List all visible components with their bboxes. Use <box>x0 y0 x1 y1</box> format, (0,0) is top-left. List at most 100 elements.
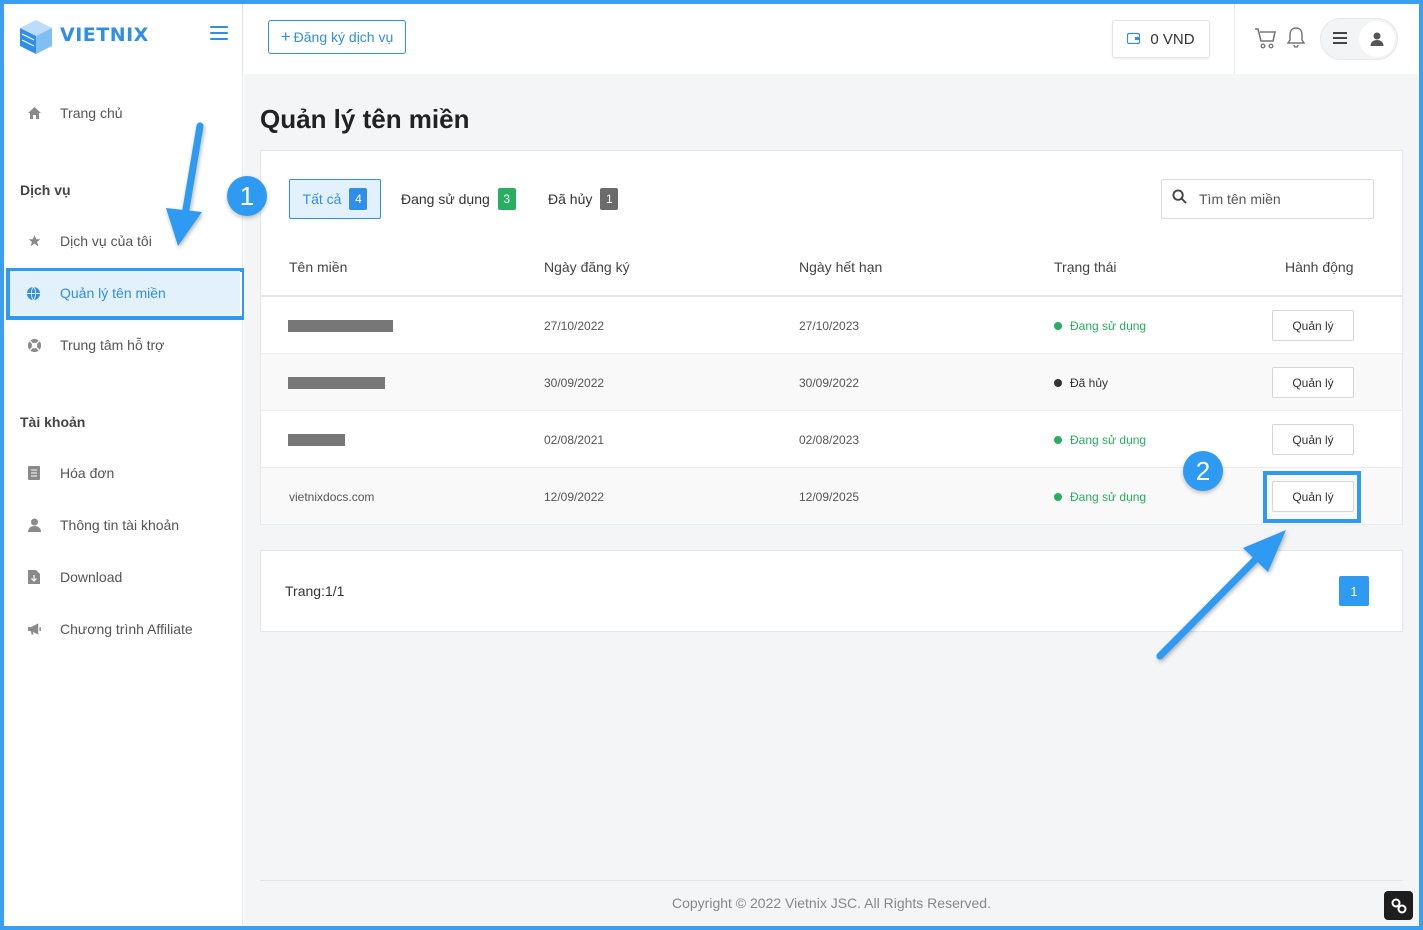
link-icon[interactable] <box>1384 891 1413 920</box>
menu-icon <box>1333 31 1347 47</box>
column-header-registered: Ngày đăng ký <box>544 259 630 275</box>
wallet-amount: 0 VND <box>1150 30 1195 48</box>
search-icon <box>1172 189 1187 209</box>
sidebar: VIETNIX Trang chủ Dịch vụ Dịch vụ của tô… <box>4 4 246 926</box>
sidebar-item-my-services[interactable]: Dịch vụ của tôi <box>4 217 243 265</box>
manage-button[interactable]: Quản lý <box>1272 481 1354 512</box>
section-title-services: Dịch vụ <box>20 182 71 198</box>
tab-label: Đang sử dụng <box>401 191 490 207</box>
sidebar-item-label: Quản lý tên miền <box>60 285 166 301</box>
search-input[interactable] <box>1199 191 1359 207</box>
expiry-date: 30/09/2022 <box>799 375 860 390</box>
sidebar-item-label: Hóa đơn <box>60 465 115 481</box>
step-1-callout: 1 <box>227 176 267 216</box>
footer-divider <box>260 880 1403 881</box>
user-icon <box>26 517 42 533</box>
globe-icon <box>26 286 42 301</box>
manage-button[interactable]: Quản lý <box>1272 310 1354 341</box>
status-cell: Đang sử dụng <box>1054 297 1146 354</box>
status-text: Đang sử dụng <box>1070 489 1147 504</box>
avatar <box>1359 21 1395 57</box>
sidebar-item-download[interactable]: Download <box>4 553 243 601</box>
status-dot-icon <box>1054 492 1062 501</box>
count-badge: 1 <box>600 188 619 210</box>
main-content: Quản lý tên miền Tất cả 4 Đang sử dụng 3… <box>244 74 1419 926</box>
pagination-text: Trang:1/1 <box>285 583 345 599</box>
status-dot-icon <box>1054 321 1062 330</box>
domain-cell <box>288 354 385 411</box>
column-header-status: Trạng thái <box>1054 259 1117 275</box>
sidebar-item-label: Chương trình Affiliate <box>60 621 193 637</box>
home-icon <box>26 105 42 121</box>
status-cell: Đang sử dụng <box>1054 411 1146 468</box>
status-cell: Đang sử dụng <box>1054 468 1146 525</box>
sidebar-item-support[interactable]: Trung tâm hỗ trợ <box>4 321 243 369</box>
registered-date: 02/08/2021 <box>544 432 605 447</box>
step-2-callout: 2 <box>1183 451 1223 491</box>
sidebar-item-label: Trung tâm hỗ trợ <box>60 337 165 353</box>
plus-icon: + <box>280 27 291 46</box>
register-service-label: Đăng ký dịch vụ <box>293 29 394 45</box>
tab-cancelled[interactable]: Đã hủy 1 <box>548 179 619 219</box>
wallet-balance[interactable]: 0 VND <box>1112 20 1210 58</box>
section-title-account: Tài khoản <box>20 414 86 430</box>
sidebar-item-affiliate[interactable]: Chương trình Affiliate <box>4 605 243 653</box>
megaphone-icon <box>26 621 42 637</box>
expiry-date: 27/10/2023 <box>799 318 860 333</box>
count-badge: 4 <box>349 188 368 210</box>
registered-date: 12/09/2022 <box>544 489 605 504</box>
sidebar-item-label: Trang chủ <box>60 105 123 121</box>
registered-date: 27/10/2022 <box>544 318 605 333</box>
table-row: 02/08/2021 02/08/2023 Đang sử dụng Quản … <box>261 411 1402 468</box>
expiry-date: 02/08/2023 <box>799 432 860 447</box>
status-cell: Đã hủy <box>1054 354 1108 411</box>
manage-button[interactable]: Quản lý <box>1272 424 1354 455</box>
bell-icon[interactable] <box>1286 26 1306 48</box>
lifebuoy-icon <box>26 337 42 353</box>
redacted-domain <box>288 376 385 389</box>
status-text: Đang sử dụng <box>1070 318 1147 333</box>
table-row: 27/10/2022 27/10/2023 Đang sử dụng Quản … <box>261 297 1402 354</box>
sidebar-item-domains[interactable]: Quản lý tên miền <box>10 271 240 315</box>
sidebar-item-label: Thông tin tài khoản <box>60 517 180 533</box>
manage-button[interactable]: Quản lý <box>1272 367 1354 398</box>
domains-card: Tất cả 4 Đang sử dụng 3 Đã hủy 1 Tên miề… <box>260 150 1403 525</box>
search-box[interactable] <box>1161 179 1374 219</box>
domain-name[interactable]: vietnixdocs.com <box>289 468 374 525</box>
top-header: + Đăng ký dịch vụ 0 VND <box>244 4 1419 74</box>
page-1-button[interactable]: 1 <box>1339 576 1369 606</box>
tab-all[interactable]: Tất cả 4 <box>289 179 381 219</box>
header-divider <box>1234 4 1235 74</box>
sidebar-item-invoices[interactable]: Hóa đơn <box>4 449 243 497</box>
logo-icon <box>18 14 54 56</box>
page-title: Quản lý tên miền <box>260 104 470 134</box>
cart-icon[interactable] <box>1254 26 1278 50</box>
sidebar-item-label: Dịch vụ của tôi <box>60 233 152 249</box>
tab-active[interactable]: Đang sử dụng 3 <box>401 179 516 219</box>
expiry-date: 12/09/2025 <box>799 489 860 504</box>
table-row: vietnixdocs.com 12/09/2022 12/09/2025 Đa… <box>261 468 1402 525</box>
sidebar-item-home[interactable]: Trang chủ <box>4 89 243 137</box>
logo-text: VIETNIX <box>60 24 149 46</box>
invoice-icon <box>26 465 42 481</box>
logo[interactable]: VIETNIX <box>18 14 149 56</box>
user-menu[interactable] <box>1320 18 1398 60</box>
register-service-button[interactable]: + Đăng ký dịch vụ <box>268 20 406 54</box>
tab-label: Tất cả <box>302 191 342 207</box>
domain-cell <box>288 297 393 354</box>
count-badge: 3 <box>497 188 516 210</box>
redacted-domain <box>288 433 345 446</box>
column-header-actions: Hành động <box>1285 259 1354 275</box>
tab-label: Đã hủy <box>548 191 593 207</box>
sidebar-toggle-icon[interactable] <box>210 26 228 40</box>
status-text: Đã hủy <box>1070 375 1109 390</box>
status-text: Đang sử dụng <box>1070 432 1147 447</box>
copyright-text: Copyright © 2022 Vietnix JSC. All Rights… <box>672 895 991 911</box>
sidebar-item-account-info[interactable]: Thông tin tài khoản <box>4 501 243 549</box>
status-dot-icon <box>1054 378 1062 387</box>
registered-date: 30/09/2022 <box>544 375 605 390</box>
table-row: 30/09/2022 30/09/2022 Đã hủy Quản lý <box>261 354 1402 411</box>
status-dot-icon <box>1054 435 1062 444</box>
redacted-domain <box>288 319 393 332</box>
domain-cell <box>288 411 345 468</box>
